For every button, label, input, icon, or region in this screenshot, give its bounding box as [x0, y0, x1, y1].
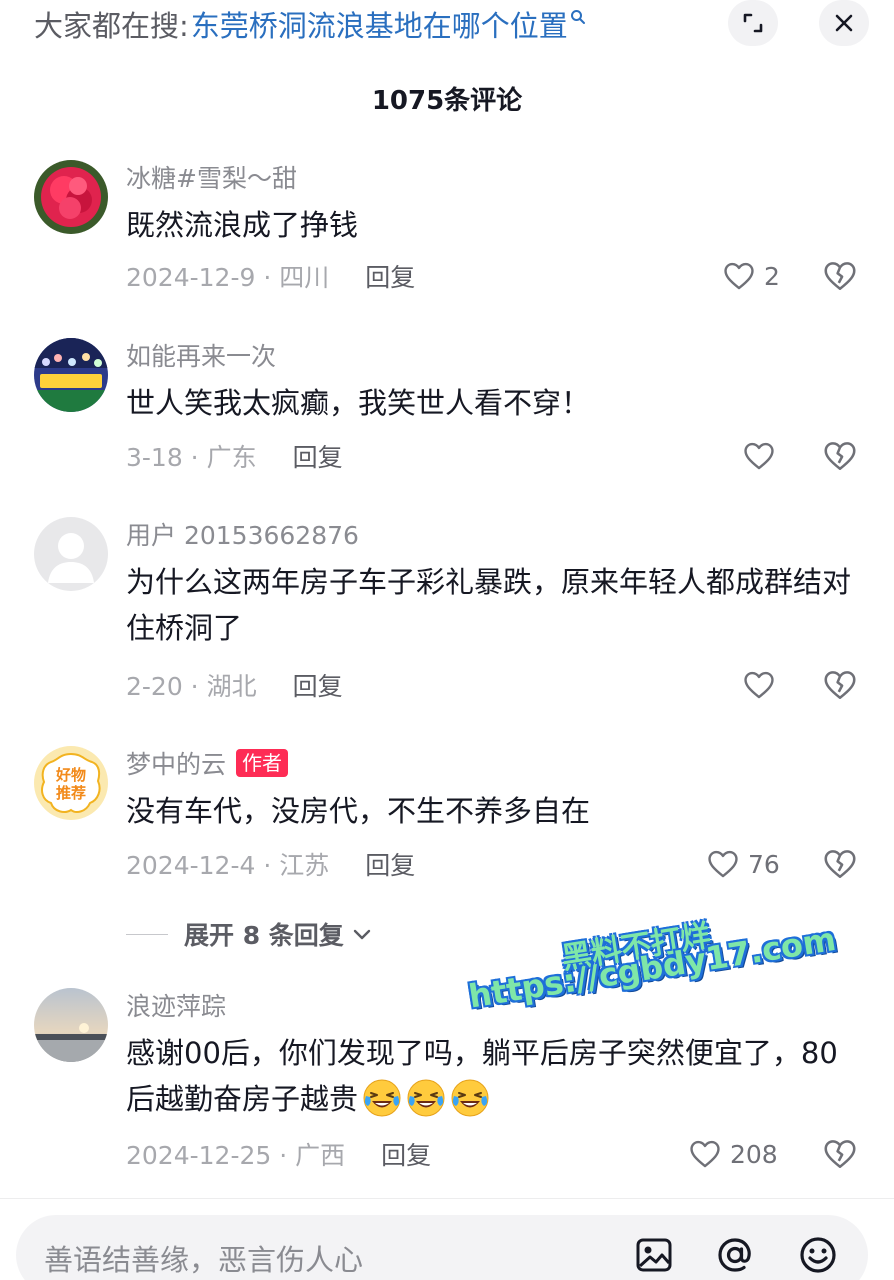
expand-icon [743, 13, 763, 33]
avatar[interactable] [34, 517, 108, 591]
comment-username[interactable]: 浪迹萍踪 [126, 988, 860, 1022]
comment-username[interactable]: 如能再来一次 [126, 338, 860, 372]
heart-icon [744, 442, 774, 470]
expand-divider [126, 933, 168, 935]
heart-icon [708, 850, 738, 878]
broken-heart-icon[interactable] [822, 258, 858, 294]
comment-text: 世人笑我太疯癫，我笑世人看不穿！ [126, 386, 591, 420]
search-icon[interactable] [570, 9, 586, 25]
expand-replies-label: 展开 8 条回复 [184, 921, 344, 950]
comment-text-block: 感谢00后，你们发现了吗，躺平后房子突然便宜了，80后越勤奋房子越贵 [126, 1030, 860, 1122]
comment-text: 既然流浪成了挣钱 [126, 208, 359, 242]
smiley-icon[interactable] [796, 1233, 840, 1277]
avatar[interactable]: 好物 推荐 [34, 746, 108, 820]
reply-button[interactable]: 回复 [365, 846, 415, 882]
chevron-down-icon [353, 929, 371, 940]
search-label: 大家都在搜: [34, 9, 189, 43]
laugh-cry-emoji [363, 1079, 401, 1117]
bottom-divider [0, 1198, 894, 1199]
broken-heart-icon[interactable] [822, 438, 858, 474]
reply-button[interactable]: 回复 [381, 1136, 431, 1172]
comment-input[interactable]: 善语结善缘，恶言伤人心 [16, 1215, 868, 1280]
comment-item: 好物 推荐 梦中的云 作者 没有车代，没房代，不生不养多自在 2024-12-4… [0, 746, 894, 896]
comment-item: 如能再来一次 世人笑我太疯癫，我笑世人看不穿！ 3-18 · 广东 回复 [0, 338, 894, 488]
like-count: 76 [748, 849, 780, 879]
heart-icon [744, 671, 774, 699]
heart-icon [724, 262, 754, 290]
like-button[interactable] [742, 667, 776, 703]
close-button[interactable] [819, 0, 869, 46]
like-button[interactable] [742, 438, 776, 474]
like-button[interactable]: 2 [722, 258, 780, 294]
broken-heart-icon[interactable] [822, 846, 858, 882]
laugh-cry-emoji [407, 1079, 445, 1117]
avatar[interactable] [34, 160, 108, 234]
search-query-link[interactable]: 东莞桥洞流浪基地在哪个位置 [191, 3, 568, 45]
reply-button[interactable]: 回复 [293, 667, 343, 703]
close-icon [835, 14, 853, 32]
image-icon[interactable] [632, 1233, 676, 1277]
comment-date-location: 2024-12-9 · 四川 [126, 263, 330, 292]
comment-text: 为什么这两年房子车子彩礼暴跌，原来年轻人都成群结对住桥洞了 [126, 565, 852, 645]
avatar-text-top: 好物 [55, 766, 86, 784]
avatar[interactable] [34, 338, 108, 412]
like-count: 208 [730, 1139, 778, 1169]
broken-heart-icon[interactable] [822, 1136, 858, 1172]
comment-item: 冰糖#雪梨～甜 既然流浪成了挣钱 2024-12-9 · 四川 回复 2 [0, 160, 894, 310]
laugh-cry-emoji [451, 1079, 489, 1117]
like-button[interactable]: 208 [688, 1136, 778, 1172]
watermark-title: 黑料不打烊 [559, 918, 713, 977]
comment-username[interactable]: 冰糖#雪梨～甜 [126, 160, 860, 194]
author-badge: 作者 [236, 749, 289, 777]
like-button[interactable]: 76 [706, 846, 780, 882]
heart-icon [690, 1140, 720, 1168]
avatar[interactable] [34, 988, 108, 1062]
comment-item: 浪迹萍踪 感谢00后，你们发现了吗，躺平后房子突然便宜了，80后越勤奋房子越贵 … [0, 988, 894, 1188]
comment-date-location: 2024-12-25 · 广西 [126, 1141, 346, 1170]
expand-replies-button[interactable]: 展开 8 条回复 [126, 916, 374, 952]
comment-item: 用户 20153662876 为什么这两年房子车子彩礼暴跌，原来年轻人都成群结对… [0, 517, 894, 717]
expand-button[interactable] [728, 0, 778, 46]
reply-button[interactable]: 回复 [365, 258, 415, 294]
broken-heart-icon[interactable] [822, 667, 858, 703]
at-icon[interactable] [713, 1233, 757, 1277]
like-count: 2 [764, 261, 780, 291]
comment-date-location: 2-20 · 湖北 [126, 672, 257, 701]
comment-username[interactable]: 梦中的云 [126, 745, 226, 781]
comment-date-location: 2024-12-4 · 江苏 [126, 851, 330, 880]
comment-input-placeholder: 善语结善缘，恶言伤人心 [44, 1243, 364, 1277]
comment-date-location: 3-18 · 广东 [126, 443, 257, 472]
comment-count-title: 1075条评论 [371, 86, 523, 116]
comment-user-row: 梦中的云 作者 [126, 746, 860, 780]
reply-button[interactable]: 回复 [293, 438, 343, 474]
comments-page: 大家都在搜: 东莞桥洞流浪基地在哪个位置 1075条评论 冰糖#雪梨～甜 既然流… [0, 0, 894, 1280]
avatar-text-bottom: 推荐 [56, 784, 86, 802]
comment-text: 没有车代，没房代，不生不养多自在 [126, 794, 591, 828]
comment-username[interactable]: 用户 20153662876 [126, 517, 860, 551]
